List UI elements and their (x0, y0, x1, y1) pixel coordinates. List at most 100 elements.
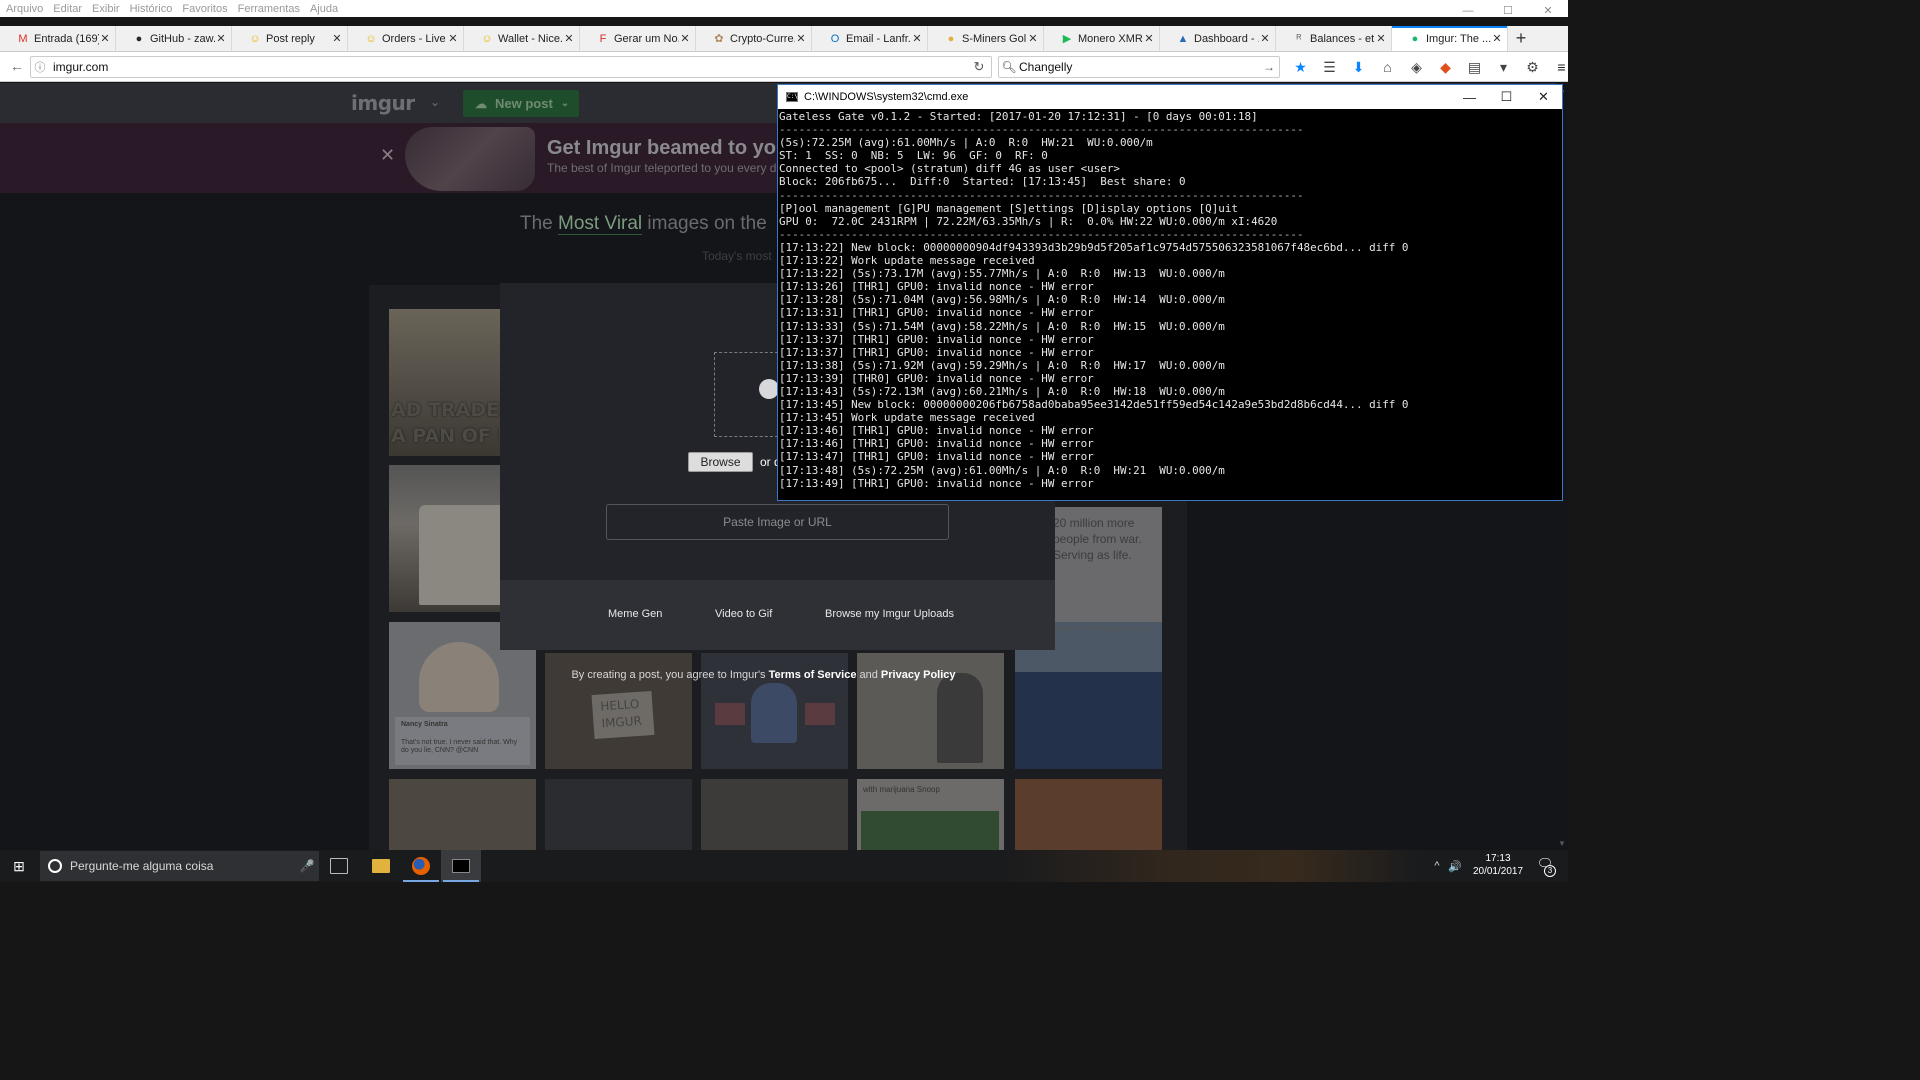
terminal-icon (452, 859, 470, 873)
close-tab-icon[interactable]: ✕ (447, 32, 459, 45)
console-line: [17:13:45] Work update message received (779, 411, 1035, 425)
url-bar[interactable]: ⓘ imgur.com ↻ (30, 56, 992, 78)
volume-icon[interactable]: 🔊 (1446, 860, 1464, 873)
tab-label: Email - Lanfr... (846, 32, 911, 45)
hamburger-menu-icon[interactable]: ≡ (1547, 59, 1576, 75)
browser-tab[interactable]: ● Imgur: The ... ✕ (1392, 26, 1508, 51)
video-to-gif-link[interactable]: Video to Gif (715, 608, 772, 620)
search-go-icon[interactable]: → (1259, 60, 1279, 74)
console-line: [17:13:38] (5s):71.92M (avg):59.29Mh/s |… (779, 358, 1225, 372)
url-text[interactable]: imgur.com (49, 60, 967, 74)
scroll-down-icon[interactable]: ▼ (1558, 839, 1566, 848)
bookmarks-list-icon[interactable]: ☰ (1315, 59, 1344, 76)
cmd-taskbar-button[interactable] (441, 850, 481, 882)
menu-item[interactable]: Ajuda (310, 3, 338, 15)
close-tab-icon[interactable]: ✕ (1259, 32, 1271, 45)
close-tab-icon[interactable]: ✕ (563, 32, 575, 45)
clock-time: 17:13 (1485, 853, 1511, 864)
minimize-button[interactable]: — (1451, 90, 1488, 105)
browser-tab[interactable]: ● GitHub - zaw... ✕ (116, 26, 232, 51)
windows-taskbar: ⊞ Pergunte-me alguma coisa 🎤 ^ 🔊 17:13 2… (0, 850, 1568, 882)
close-tab-icon[interactable]: ✕ (331, 32, 343, 45)
close-button[interactable]: ✕ (1525, 89, 1562, 105)
gallery-thumb[interactable] (545, 779, 692, 850)
terms-of-service-link[interactable]: Terms of Service (769, 669, 857, 681)
cmd-titlebar[interactable]: C:\ C:\WINDOWS\system32\cmd.exe — ☐ ✕ (778, 85, 1562, 109)
menu-item[interactable]: Editar (53, 3, 82, 15)
download-icon[interactable]: ⬇ (1344, 59, 1373, 76)
cmd-console-output[interactable]: Gateless Gate v0.1.2 - Started: [2017-01… (779, 110, 1561, 500)
close-tab-icon[interactable]: ✕ (215, 32, 227, 45)
menu-item[interactable]: Arquivo (6, 3, 43, 15)
extension-icon[interactable]: ◆ (1431, 59, 1460, 76)
pocket-icon[interactable]: ◈ (1402, 59, 1431, 76)
clipboard-icon[interactable]: ▤ (1460, 59, 1489, 76)
new-tab-button[interactable]: + (1508, 26, 1534, 51)
cmd-window[interactable]: C:\ C:\WINDOWS\system32\cmd.exe — ☐ ✕ Ga… (777, 84, 1563, 501)
search-bar[interactable]: 🔍︎ Changelly → (998, 56, 1280, 78)
gallery-thumb[interactable] (701, 779, 848, 850)
browse-button[interactable]: Browse (688, 452, 753, 472)
browser-tab[interactable]: ● S-Miners Gol...✕ (928, 26, 1044, 51)
browser-tab[interactable]: ▶ Monero XMR...✕ (1044, 26, 1160, 51)
browser-tab[interactable]: ☺ Post reply ✕ (232, 26, 348, 51)
chevron-down-icon[interactable]: ⌄ (430, 95, 440, 109)
menu-item[interactable]: Ferramentas (238, 3, 300, 15)
menu-item[interactable]: Favoritos (182, 3, 227, 15)
console-line: GPU 0: 72.0C 2431RPM | 72.22M/63.35Mh/s … (779, 214, 1278, 228)
gallery-thumb[interactable] (1015, 779, 1162, 850)
close-tab-icon[interactable]: ✕ (99, 32, 111, 45)
browser-tab[interactable]: O Email - Lanfr... ✕ (812, 26, 928, 51)
close-tab-icon[interactable]: ✕ (911, 32, 923, 45)
menu-item[interactable]: Histórico (130, 3, 173, 15)
addon-icon[interactable]: ⚙ (1518, 59, 1547, 76)
close-tab-icon[interactable]: ✕ (795, 32, 807, 45)
tray-expand-icon[interactable]: ^ (1428, 860, 1446, 872)
close-tab-icon[interactable]: ✕ (1375, 32, 1387, 45)
start-button[interactable]: ⊞ (0, 850, 38, 882)
browser-tab[interactable]: ✿ Crypto-Curre...✕ (696, 26, 812, 51)
dropdown-icon[interactable]: ▾ (1489, 59, 1518, 76)
browser-tab[interactable]: ☺ Wallet - Nice... ✕ (464, 26, 580, 51)
close-button[interactable]: ✕ (1528, 0, 1568, 26)
browse-uploads-link[interactable]: Browse my Imgur Uploads (825, 608, 954, 620)
microphone-icon[interactable]: 🎤 (295, 859, 319, 873)
browser-tab[interactable]: ᴿ Balances - et...✕ (1276, 26, 1392, 51)
browser-tab[interactable]: ☺ Orders - Live ...✕ (348, 26, 464, 51)
paste-url-input[interactable] (606, 504, 949, 540)
imgur-logo[interactable]: imgur (351, 91, 415, 115)
drop-zone[interactable] (714, 352, 779, 437)
close-tab-icon[interactable]: ✕ (1143, 32, 1155, 45)
console-line: Connected to <pool> (stratum) diff 4G as… (779, 162, 1120, 176)
bookmark-star-icon[interactable]: ★ (1286, 59, 1315, 76)
gallery-thumb[interactable] (389, 779, 536, 850)
menu-item[interactable]: Exibir (92, 3, 120, 15)
new-post-button[interactable]: ☁ New post ⌄ (463, 90, 579, 117)
search-query[interactable]: Changelly (1019, 60, 1259, 74)
maximize-button[interactable]: ☐ (1488, 89, 1525, 105)
close-icon[interactable]: ✕ (380, 145, 395, 166)
taskbar-clock[interactable]: 17:13 20/01/2017 (1472, 852, 1524, 878)
reload-icon[interactable]: ↻ (967, 59, 991, 75)
file-explorer-taskbar-button[interactable] (361, 850, 401, 882)
browser-tab[interactable]: M Entrada (169)...✕ (0, 26, 116, 51)
home-icon[interactable]: ⌂ (1373, 59, 1402, 75)
site-info-icon[interactable]: ⓘ (31, 59, 49, 75)
minimize-button[interactable]: — (1448, 0, 1488, 26)
sort-selector[interactable]: Most Viral (558, 213, 643, 235)
console-line: [17:13:37] [THR1] GPU0: invalid nonce - … (779, 345, 1094, 359)
browser-tab[interactable]: F Gerar um No...✕ (580, 26, 696, 51)
task-view-icon[interactable] (330, 858, 348, 874)
meme-gen-link[interactable]: Meme Gen (608, 608, 662, 620)
gallery-thumb[interactable]: with marijuana Snoop (857, 779, 1004, 850)
back-button[interactable]: ← (6, 58, 28, 74)
close-tab-icon[interactable]: ✕ (679, 32, 691, 45)
firefox-taskbar-button[interactable] (401, 850, 441, 882)
close-tab-icon[interactable]: ✕ (1027, 32, 1039, 45)
close-tab-icon[interactable]: ✕ (1491, 32, 1503, 45)
browser-tab[interactable]: ▲ Dashboard - ...✕ (1160, 26, 1276, 51)
cortana-search-box[interactable]: Pergunte-me alguma coisa 🎤 (40, 851, 319, 881)
privacy-policy-link[interactable]: Privacy Policy (881, 669, 956, 681)
maximize-button[interactable]: ☐ (1488, 0, 1528, 26)
action-center-button[interactable]: 🗨 3 (1530, 856, 1560, 877)
